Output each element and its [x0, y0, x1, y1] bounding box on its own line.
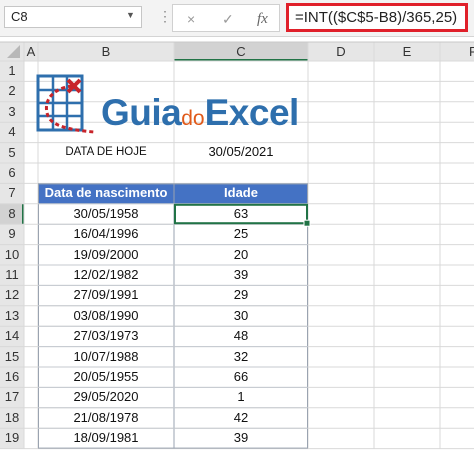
row-header-19[interactable]: 19 — [0, 430, 24, 446]
birthdate-cell[interactable]: 29/05/2020 — [38, 389, 174, 405]
logo-part1: Guia — [101, 92, 182, 133]
birthdate-cell[interactable]: 20/05/1955 — [38, 369, 174, 385]
age-cell[interactable]: 30 — [174, 308, 308, 324]
row-header-12[interactable]: 12 — [0, 287, 24, 303]
birthdate-cell[interactable]: 03/08/1990 — [38, 308, 174, 324]
column-header-a[interactable]: A — [24, 44, 38, 60]
age-cell[interactable]: 48 — [174, 328, 308, 344]
birthdate-cell[interactable]: 16/04/1996 — [38, 226, 174, 242]
age-cell[interactable]: 39 — [174, 267, 308, 283]
age-cell[interactable]: 1 — [174, 389, 308, 405]
birthdate-cell[interactable]: 30/05/1958 — [38, 206, 174, 222]
row-header-3[interactable]: 3 — [0, 104, 24, 120]
age-cell[interactable]: 42 — [174, 410, 308, 426]
birthdate-cell[interactable]: 12/02/1982 — [38, 267, 174, 283]
today-label[interactable]: DATA DE HOJE — [38, 144, 174, 160]
column-header-e[interactable]: E — [374, 44, 440, 60]
row-header-7[interactable]: 7 — [0, 185, 24, 201]
row-header-14[interactable]: 14 — [0, 328, 24, 344]
row-header-17[interactable]: 17 — [0, 389, 24, 405]
logo-part3: Excel — [204, 92, 300, 133]
table-header-birthdate[interactable]: Data de nascimento — [38, 185, 174, 201]
column-header-f[interactable]: F — [440, 44, 474, 60]
age-cell[interactable]: 25 — [174, 226, 308, 242]
birthdate-cell[interactable]: 27/09/1991 — [38, 287, 174, 303]
column-header-d[interactable]: D — [308, 44, 374, 60]
logo-wordmark: GuiadoExcel — [101, 91, 299, 141]
age-cell[interactable]: 66 — [174, 369, 308, 385]
row-header-6[interactable]: 6 — [0, 165, 24, 181]
birthdate-cell[interactable]: 27/03/1973 — [38, 328, 174, 344]
age-cell[interactable]: 39 — [174, 430, 308, 446]
birthdate-cell[interactable]: 21/08/1978 — [38, 410, 174, 426]
today-value[interactable]: 30/05/2021 — [174, 144, 308, 160]
age-cell[interactable]: 20 — [174, 247, 308, 263]
age-cell[interactable]: 29 — [174, 287, 308, 303]
age-cell[interactable]: 32 — [174, 349, 308, 365]
row-header-11[interactable]: 11 — [0, 267, 24, 283]
logo-icon — [36, 74, 95, 134]
birthdate-cell[interactable]: 10/07/1988 — [38, 349, 174, 365]
row-header-9[interactable]: 9 — [0, 226, 24, 242]
column-header-c[interactable]: C — [174, 44, 308, 60]
age-cell[interactable]: 63 — [174, 206, 308, 222]
row-header-15[interactable]: 15 — [0, 349, 24, 365]
logo-part2: do — [181, 107, 205, 130]
birthdate-cell[interactable]: 19/09/2000 — [38, 247, 174, 263]
row-header-4[interactable]: 4 — [0, 124, 24, 140]
row-header-13[interactable]: 13 — [0, 308, 24, 324]
row-header-2[interactable]: 2 — [0, 83, 24, 99]
column-header-b[interactable]: B — [38, 44, 174, 60]
row-header-5[interactable]: 5 — [0, 145, 24, 161]
birthdate-cell[interactable]: 18/09/1981 — [38, 430, 174, 446]
row-header-16[interactable]: 16 — [0, 369, 24, 385]
row-header-10[interactable]: 10 — [0, 247, 24, 263]
table-header-age[interactable]: Idade — [174, 185, 308, 201]
row-header-1[interactable]: 1 — [0, 63, 24, 79]
row-header-8[interactable]: 8 — [0, 206, 24, 222]
row-header-18[interactable]: 18 — [0, 410, 24, 426]
